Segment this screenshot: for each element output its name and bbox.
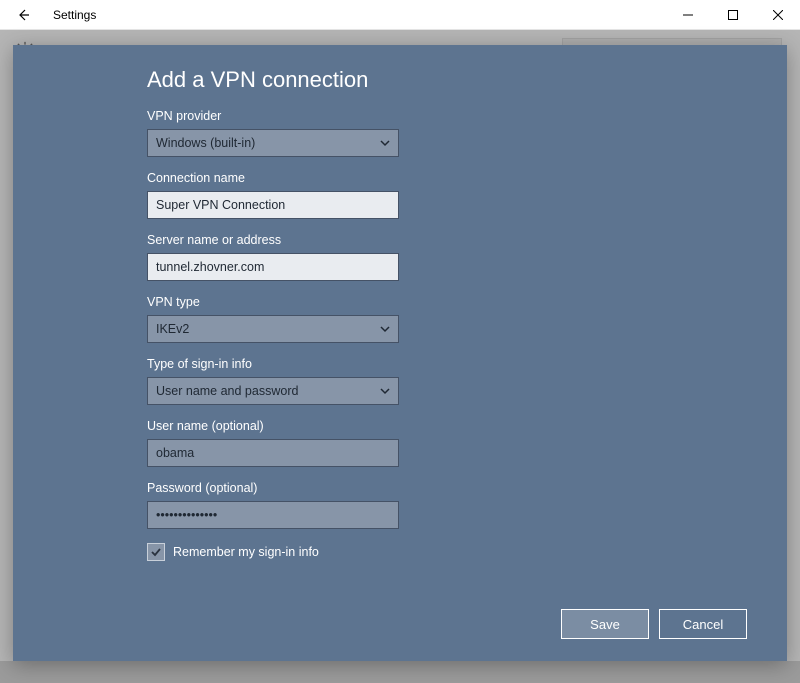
signin-type-select[interactable]: User name and password: [147, 377, 399, 405]
chevron-down-icon: [380, 138, 390, 148]
signin-type-value: User name and password: [156, 384, 298, 398]
dialog-button-row: Save Cancel: [561, 609, 747, 639]
vpn-provider-select[interactable]: Windows (built-in): [147, 129, 399, 157]
titlebar: Settings: [0, 0, 800, 30]
vpn-type-select[interactable]: IKEv2: [147, 315, 399, 343]
password-input[interactable]: [147, 501, 399, 529]
cancel-button[interactable]: Cancel: [659, 609, 747, 639]
vpn-provider-label: VPN provider: [147, 109, 747, 123]
chevron-down-icon: [380, 324, 390, 334]
maximize-button[interactable]: [710, 0, 755, 30]
save-button-label: Save: [590, 617, 620, 632]
connection-name-label: Connection name: [147, 171, 747, 185]
connection-name-input[interactable]: [147, 191, 399, 219]
maximize-icon: [728, 10, 738, 20]
signin-type-label: Type of sign-in info: [147, 357, 747, 371]
window-controls: [665, 0, 800, 30]
close-button[interactable]: [755, 0, 800, 30]
username-input[interactable]: [147, 439, 399, 467]
vpn-type-label: VPN type: [147, 295, 747, 309]
arrow-left-icon: [15, 7, 31, 23]
checkmark-icon: [150, 546, 162, 558]
remember-checkbox-row[interactable]: Remember my sign-in info: [147, 543, 747, 561]
save-button[interactable]: Save: [561, 609, 649, 639]
minimize-icon: [683, 10, 693, 20]
back-button[interactable]: [8, 0, 38, 30]
remember-checkbox[interactable]: [147, 543, 165, 561]
close-icon: [773, 10, 783, 20]
remember-label: Remember my sign-in info: [173, 545, 319, 559]
password-label: Password (optional): [147, 481, 747, 495]
server-input[interactable]: [147, 253, 399, 281]
minimize-button[interactable]: [665, 0, 710, 30]
cancel-button-label: Cancel: [683, 617, 723, 632]
username-label: User name (optional): [147, 419, 747, 433]
add-vpn-dialog: Add a VPN connection VPN provider Window…: [13, 45, 787, 661]
dialog-title: Add a VPN connection: [147, 67, 747, 93]
window-title: Settings: [53, 8, 96, 22]
vpn-provider-value: Windows (built-in): [156, 136, 255, 150]
server-label: Server name or address: [147, 233, 747, 247]
chevron-down-icon: [380, 386, 390, 396]
vpn-type-value: IKEv2: [156, 322, 189, 336]
